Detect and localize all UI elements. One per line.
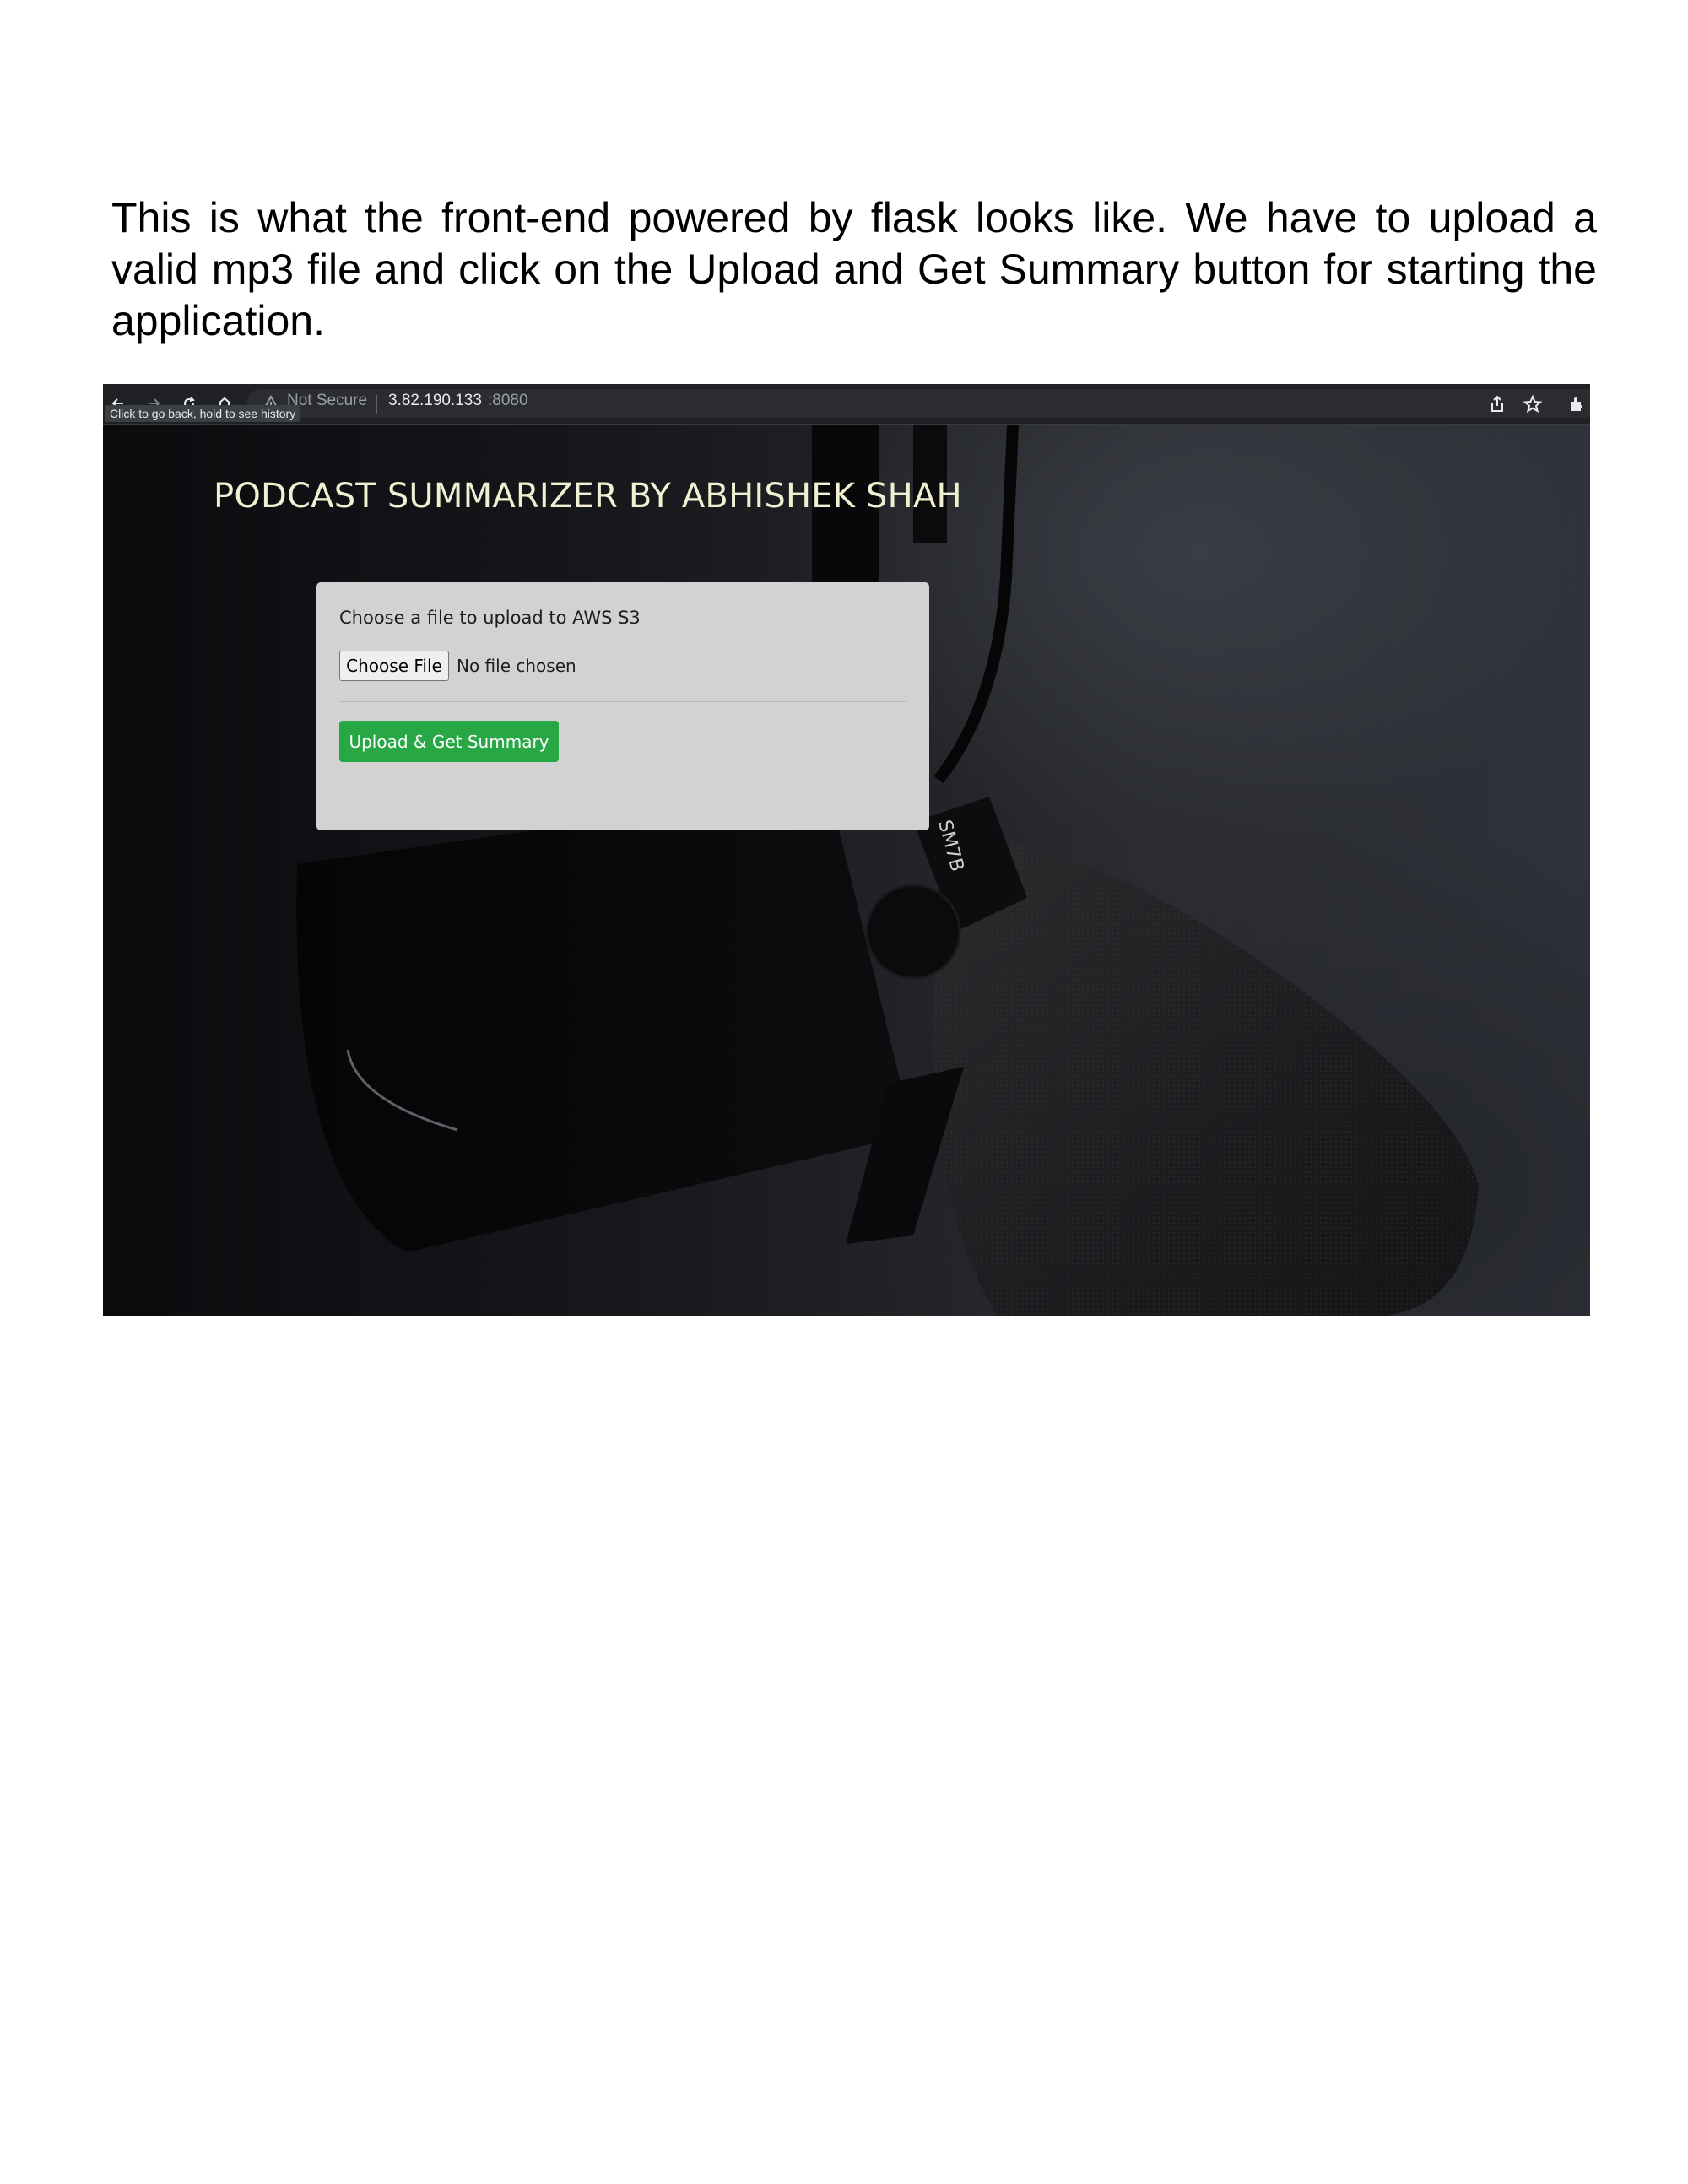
upload-card: Choose a file to upload to AWS S3 Choose…	[316, 582, 929, 830]
address-separator	[376, 395, 377, 414]
page-title: PODCAST SUMMARIZER BY ABHISHEK SHAH	[214, 477, 962, 516]
document-paragraph: This is what the front-end powered by fl…	[111, 194, 1597, 344]
upload-label: Choose a file to upload to AWS S3	[339, 608, 641, 628]
back-tooltip: Click to go back, hold to see history	[105, 405, 301, 422]
file-status: No file chosen	[457, 656, 576, 676]
star-icon[interactable]	[1523, 394, 1543, 414]
choose-file-button[interactable]: Choose File	[339, 651, 449, 681]
browser-toolbar: Not Secure 3.82.190.133 :8080 Click to g…	[103, 384, 1590, 425]
extensions-icon[interactable]	[1566, 394, 1587, 414]
url-port[interactable]: :8080	[488, 392, 528, 410]
card-divider	[339, 701, 906, 702]
share-icon[interactable]	[1487, 394, 1507, 414]
page-background: SM7B	[103, 425, 1590, 1316]
upload-summary-button[interactable]: Upload & Get Summary	[339, 721, 559, 762]
url-host[interactable]: 3.82.190.133	[388, 392, 482, 410]
microphone-image: SM7B	[296, 425, 1479, 1316]
browser-screenshot: SM7B Not Secure 3.82.190.133 :8080 Click…	[103, 384, 1590, 1316]
